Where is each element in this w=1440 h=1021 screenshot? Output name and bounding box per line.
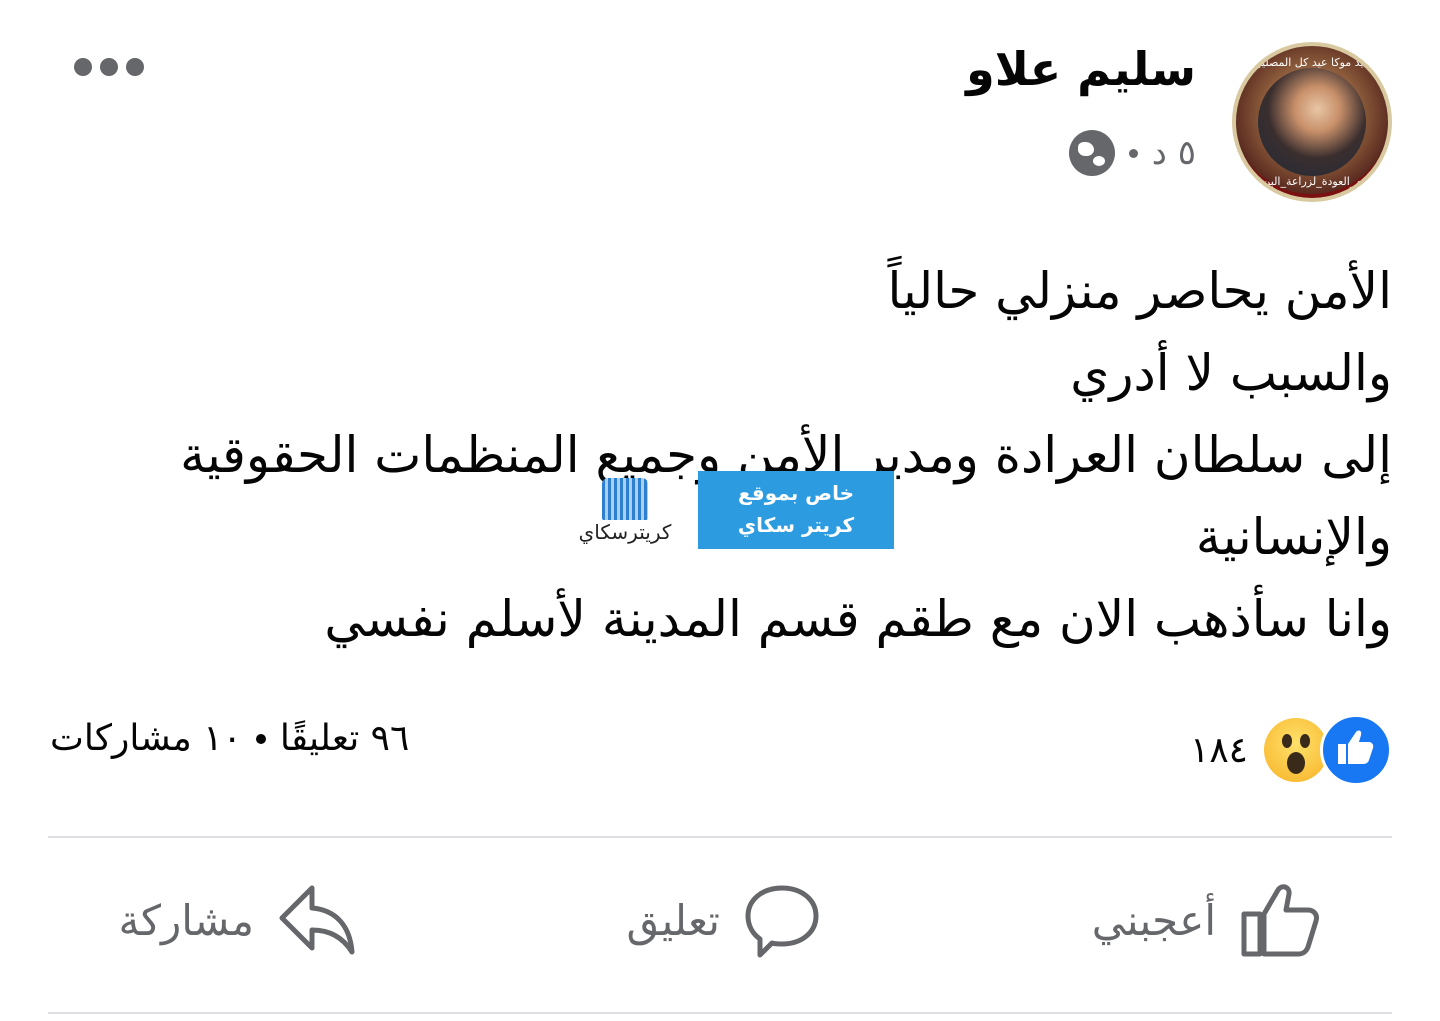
- stats-separator: [255, 733, 266, 744]
- watermark-line2: كريتر سكاي: [737, 513, 855, 537]
- like-reaction-icon: [1320, 714, 1392, 786]
- comment-icon: [745, 885, 819, 958]
- thumbs-up-icon: [1241, 884, 1319, 957]
- more-icon[interactable]: [74, 58, 144, 76]
- comment-button[interactable]: تعليق: [626, 880, 822, 960]
- post-line: الأمن يحاصر منزلي حالياً: [887, 262, 1392, 320]
- post-line: وانا سأذهب الان مع طقم قسم المدينة لأسلم…: [324, 590, 1392, 648]
- like-button[interactable]: أعجبني: [1092, 880, 1322, 960]
- meta-separator: [1128, 148, 1138, 158]
- post-meta: ٥ د: [1068, 130, 1196, 176]
- author-avatar[interactable]: عيد موكا عيد كل المصلين #يوم_العودة_لزرا…: [1232, 42, 1392, 202]
- watermark-line1: خاص بموقع: [737, 481, 854, 505]
- like-label: أعجبني: [1091, 895, 1216, 945]
- post-line: والسبب لا أدري: [1070, 344, 1392, 402]
- comments-count[interactable]: ٩٦ تعليقًا: [280, 718, 409, 759]
- comment-label: تعليق: [626, 895, 720, 945]
- reactions-count[interactable]: ١٨٤: [1190, 730, 1248, 771]
- post-text: الأمن يحاصر منزلي حالياً والسبب لا أدري …: [72, 250, 1392, 660]
- watermark-logo-text: كريترسكاي: [578, 520, 672, 544]
- watermark-logo: كريترسكاي: [560, 478, 690, 548]
- avatar-photo: [1258, 68, 1366, 176]
- shares-count[interactable]: ١٠ مشاركات: [50, 718, 242, 759]
- share-button[interactable]: مشاركة: [118, 880, 360, 960]
- watermark-emblem-icon: [602, 478, 648, 520]
- wow-reaction-icon: [1264, 718, 1328, 782]
- divider: [48, 836, 1392, 838]
- author-name[interactable]: سليم علاو: [966, 42, 1196, 96]
- post-time[interactable]: ٥ د: [1152, 133, 1196, 173]
- watermark-box: خاص بموقع كريتر سكاي: [698, 471, 894, 549]
- share-icon: [279, 885, 355, 955]
- avatar-bottom-text: #يوم_العودة_لزراعة_البن: [1253, 175, 1371, 188]
- share-label: مشاركة: [118, 895, 254, 945]
- globe-icon[interactable]: [1068, 130, 1115, 176]
- engagement-counts: ٩٦ تعليقًا ١٠ مشاركات: [50, 718, 409, 759]
- divider-bottom: [48, 1012, 1392, 1014]
- reactions-summary[interactable]: ١٨٤: [1190, 714, 1392, 786]
